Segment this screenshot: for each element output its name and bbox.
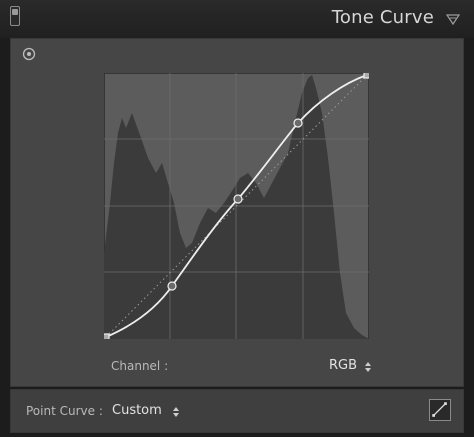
curve-endpoint-black bbox=[104, 333, 110, 339]
triangle-down-icon[interactable] bbox=[446, 13, 460, 25]
curve-point-highlights bbox=[293, 118, 303, 128]
point-curve-select[interactable]: Custom bbox=[112, 403, 162, 418]
edit-point-curve-button[interactable] bbox=[429, 399, 451, 421]
diagonal-line-icon bbox=[432, 402, 447, 417]
curve-body: Channel : RGB bbox=[10, 38, 464, 387]
point-curve-label: Point Curve : bbox=[26, 404, 103, 418]
channel-select[interactable]: RGB bbox=[329, 358, 357, 373]
panel-toggle-icon[interactable] bbox=[10, 6, 20, 26]
tone-curve-panel: Tone Curve Channel: RGB Point Curve: C… bbox=[0, 0, 474, 437]
channel-label: Channel : bbox=[111, 359, 169, 373]
updown-arrows-icon[interactable] bbox=[171, 406, 181, 418]
curve-point-shadows bbox=[167, 281, 177, 291]
updown-arrows-icon[interactable] bbox=[363, 361, 373, 373]
point-curve-footer: Point Curve : Custom bbox=[10, 389, 464, 433]
tone-curve-graph[interactable] bbox=[104, 73, 369, 339]
curve-endpoint-white bbox=[363, 73, 369, 79]
panel-title: Tone Curve bbox=[331, 7, 434, 28]
curve-point-midtones bbox=[233, 194, 243, 204]
panel-header[interactable]: Tone Curve bbox=[0, 0, 474, 38]
target-adjust-icon[interactable] bbox=[22, 47, 36, 61]
